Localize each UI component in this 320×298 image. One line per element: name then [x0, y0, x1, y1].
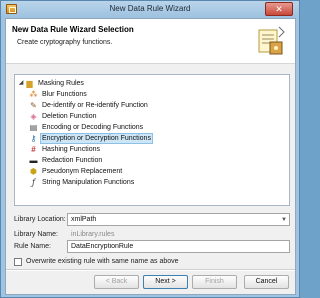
function-icon: ƒ: [32, 177, 35, 187]
dialog-client: New Data Rule Wizard Selection Create cr…: [5, 18, 296, 295]
wizard-banner-icon: [258, 26, 285, 55]
library-location-label: Library Location:: [14, 216, 66, 223]
pseudonym-icon: ⬢: [30, 166, 37, 176]
button-divider: [6, 269, 295, 271]
overwrite-row: Overwrite existing rule with same name a…: [14, 257, 290, 269]
rule-name-row: Rule Name:: [14, 240, 290, 254]
tree-item-label: Encoding or Decoding Functions: [42, 123, 144, 131]
tree-item-label: Blur Functions: [42, 90, 87, 98]
tree-item-label: De-identify or Re-identify Function: [42, 101, 148, 109]
library-name-label: Library Name:: [14, 231, 58, 238]
tree-node-masking-rules[interactable]: ◢ ▆ Masking Rules: [17, 78, 291, 88]
tree-item-string-manipulation[interactable]: ƒ String Manipulation Functions: [29, 177, 303, 187]
tree-item-deletion-function[interactable]: ◈ Deletion Function: [29, 111, 303, 121]
window-title: New Data Rule Wizard: [109, 4, 191, 13]
tree-item-label: Deletion Function: [42, 112, 97, 120]
chevron-down-icon[interactable]: ▼: [281, 215, 287, 225]
tree-node-label: Masking Rules: [38, 79, 84, 87]
tree-item-label: Hashing Functions: [42, 145, 100, 153]
library-location-value: xmlPath: [71, 216, 97, 223]
rule-name-label: Rule Name:: [14, 243, 51, 250]
tree-item-label: Pseudonym Replacement: [42, 167, 123, 175]
tree-item-blur-functions[interactable]: ⁂ Blur Functions: [29, 89, 303, 99]
page-title: New Data Rule Wizard Selection: [12, 25, 134, 34]
tree-item-label: Encryption or Decryption Functions: [40, 132, 153, 144]
redaction-icon: ▬: [29, 155, 38, 165]
rule-type-tree[interactable]: ◢ ▆ Masking Rules ⁂ Blur Functions ✎ De-…: [14, 74, 290, 206]
back-button[interactable]: < Back: [94, 275, 139, 289]
tree-item-label: String Manipulation Functions: [42, 178, 135, 186]
tree-item-redaction-function[interactable]: ▬ Redaction Function: [29, 155, 303, 165]
wizard-window: New Data Rule Wizard ✕ New Data Rule Wiz…: [0, 0, 300, 298]
collapse-triangle-icon[interactable]: ◢: [17, 78, 25, 88]
wizard-header: New Data Rule Wizard Selection Create cr…: [6, 19, 295, 64]
key-icon: ⚷: [30, 133, 37, 143]
tree-item-hashing-functions[interactable]: # Hashing Functions: [29, 144, 303, 154]
tree-item-encoding-functions[interactable]: ▤ Encoding or Decoding Functions: [29, 122, 303, 132]
finish-button[interactable]: Finish: [192, 275, 237, 289]
hash-icon: #: [31, 144, 36, 154]
overwrite-label[interactable]: Overwrite existing rule with same name a…: [26, 258, 179, 265]
deidentify-icon: ✎: [30, 100, 37, 110]
folder-icon: ▆: [26, 78, 33, 88]
next-button[interactable]: Next >: [143, 275, 188, 289]
cancel-button[interactable]: Cancel: [244, 275, 289, 289]
encoding-icon: ▤: [29, 122, 38, 132]
title-bar[interactable]: New Data Rule Wizard ✕: [1, 1, 299, 18]
tree-item-pseudonym-replacement[interactable]: ⬢ Pseudonym Replacement: [29, 166, 303, 176]
overwrite-checkbox[interactable]: [14, 258, 22, 266]
library-name-value: inLibrary.rules: [71, 231, 115, 238]
tree-item-encryption-functions[interactable]: ⚷ Encryption or Decryption Functions: [29, 132, 303, 144]
close-button[interactable]: ✕: [265, 2, 293, 16]
tree-item-deidentify-function[interactable]: ✎ De-identify or Re-identify Function: [29, 100, 303, 110]
library-location-row: Library Location: xmlPath ▼: [14, 213, 290, 227]
eraser-icon: ◈: [30, 111, 37, 121]
tree-item-label: Redaction Function: [42, 156, 103, 164]
library-location-dropdown[interactable]: xmlPath ▼: [67, 213, 290, 226]
page-description: Create cryptography functions.: [17, 39, 113, 46]
rule-name-input[interactable]: [67, 240, 290, 253]
blur-icon: ⁂: [29, 89, 38, 99]
